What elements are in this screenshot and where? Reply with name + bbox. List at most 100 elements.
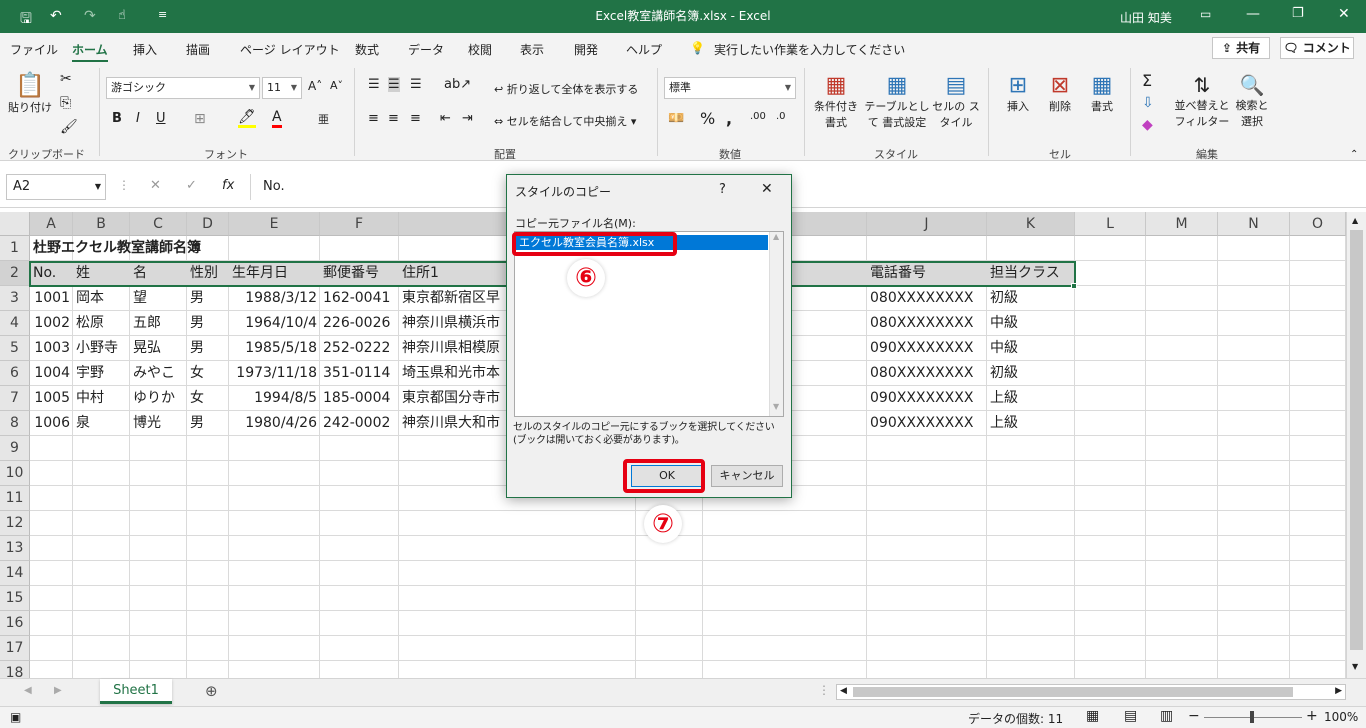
grow-font-icon[interactable]: A˄: [308, 79, 322, 93]
zoom-in-icon[interactable]: +: [1306, 708, 1318, 724]
cell[interactable]: 1002: [30, 311, 73, 336]
align-left-icon[interactable]: ≡: [368, 111, 379, 126]
column-header-c[interactable]: C: [130, 212, 187, 236]
cell[interactable]: 090XXXXXXXX: [867, 411, 987, 436]
collapse-ribbon-icon[interactable]: ⌃: [1350, 149, 1358, 160]
cell[interactable]: 望: [130, 286, 187, 311]
cell[interactable]: 1994/8/5: [229, 386, 320, 411]
horizontal-scrollbar[interactable]: ◀ ▶: [836, 684, 1346, 700]
find-select-button[interactable]: 🔍 検索と 選択: [1232, 73, 1272, 129]
cell[interactable]: 1985/5/18: [229, 336, 320, 361]
row-header-5[interactable]: 5: [0, 336, 30, 361]
cell[interactable]: 松原: [73, 311, 130, 336]
cell[interactable]: 中級: [987, 311, 1075, 336]
scroll-right-icon[interactable]: ▶: [1335, 686, 1342, 696]
indent-increase-icon[interactable]: ⇥: [462, 111, 473, 126]
cell[interactable]: 090XXXXXXXX: [867, 386, 987, 411]
align-center-icon[interactable]: ≡: [388, 111, 399, 126]
cell[interactable]: 242-0002: [320, 411, 399, 436]
source-file-list[interactable]: エクセル教室会員名簿.xlsx ▲ ▼: [514, 231, 784, 417]
cell[interactable]: 小野寺: [73, 336, 130, 361]
column-header-b[interactable]: B: [73, 212, 130, 236]
cell[interactable]: 1001: [30, 286, 73, 311]
page-layout-view-icon[interactable]: ▤: [1124, 708, 1137, 724]
drag-handle-icon[interactable]: ⋮: [818, 683, 830, 697]
row-header-3[interactable]: 3: [0, 286, 30, 311]
border-icon[interactable]: ⊞: [194, 111, 206, 127]
drag-handle-icon[interactable]: ⋮: [118, 178, 130, 192]
column-header-o[interactable]: O: [1290, 212, 1346, 236]
comma-icon[interactable]: ,: [726, 109, 732, 128]
row-header-10[interactable]: 10: [0, 461, 30, 486]
underline-button[interactable]: U: [156, 111, 166, 126]
percent-icon[interactable]: %: [700, 109, 715, 128]
italic-button[interactable]: I: [136, 111, 140, 126]
redo-icon[interactable]: ↷: [84, 8, 96, 24]
wrap-text-button[interactable]: ↩ 折り返して全体を表示する: [494, 81, 638, 97]
row-header-16[interactable]: 16: [0, 611, 30, 636]
cell[interactable]: 1003: [30, 336, 73, 361]
prev-sheet-icon[interactable]: ◀: [24, 685, 32, 696]
cell[interactable]: 女: [187, 361, 229, 386]
cancel-entry-icon[interactable]: ✕: [150, 178, 161, 193]
cell[interactable]: 博光: [130, 411, 187, 436]
formula-input[interactable]: No.: [250, 174, 1360, 200]
menu-data[interactable]: データ: [408, 41, 444, 58]
save-icon[interactable]: 🖫: [20, 8, 32, 32]
cell[interactable]: 岡本: [73, 286, 130, 311]
cell[interactable]: 080XXXXXXXX: [867, 311, 987, 336]
row-header-12[interactable]: 12: [0, 511, 30, 536]
column-header-l[interactable]: L: [1075, 212, 1146, 236]
shrink-font-icon[interactable]: A˅: [330, 79, 343, 92]
vertical-scrollbar[interactable]: ▲ ▼: [1346, 212, 1366, 678]
restore-icon[interactable]: ❐: [1292, 6, 1304, 21]
delete-cells-button[interactable]: ⊠ 削除: [1040, 73, 1080, 114]
close-window-icon[interactable]: ✕: [1338, 6, 1350, 22]
touch-mode-icon[interactable]: ☝: [118, 8, 126, 23]
cell[interactable]: 女: [187, 386, 229, 411]
cell[interactable]: 男: [187, 286, 229, 311]
row-header-9[interactable]: 9: [0, 436, 30, 461]
increase-decimal-icon[interactable]: .00: [750, 111, 766, 122]
cell-styles-button[interactable]: ▤ セルの スタイル: [932, 73, 980, 130]
format-cells-button[interactable]: ▦ 書式: [1082, 73, 1122, 114]
scroll-thumb[interactable]: [1350, 230, 1363, 650]
bold-button[interactable]: B: [112, 111, 122, 126]
cell[interactable]: 上級: [987, 386, 1075, 411]
column-header-d[interactable]: D: [187, 212, 229, 236]
zoom-level[interactable]: 100%: [1324, 710, 1358, 724]
add-sheet-icon[interactable]: ⊕: [205, 682, 218, 700]
cell[interactable]: 080XXXXXXXX: [867, 361, 987, 386]
cell[interactable]: 初級: [987, 286, 1075, 311]
cell[interactable]: 252-0222: [320, 336, 399, 361]
align-right-icon[interactable]: ≡: [410, 111, 421, 126]
cell[interactable]: 上級: [987, 411, 1075, 436]
copy-icon[interactable]: ⎘: [60, 95, 71, 111]
merge-center-button[interactable]: ⇔ セルを結合して中央揃え ▾: [494, 113, 636, 129]
column-header-n[interactable]: N: [1218, 212, 1290, 236]
undo-icon[interactable]: ↶: [50, 8, 62, 24]
align-middle-icon[interactable]: ☰: [388, 77, 400, 92]
row-header-4[interactable]: 4: [0, 311, 30, 336]
cell[interactable]: 185-0004: [320, 386, 399, 411]
fill-color-icon[interactable]: 🖊: [238, 109, 256, 128]
cell[interactable]: 杜野エクセル教室講師名簿: [30, 236, 430, 261]
menu-insert[interactable]: 挿入: [133, 41, 157, 58]
scroll-left-icon[interactable]: ◀: [840, 686, 847, 696]
minimize-icon[interactable]: —: [1246, 6, 1260, 22]
phonetic-icon[interactable]: 亜: [318, 111, 329, 127]
list-scrollbar[interactable]: ▲ ▼: [769, 232, 783, 416]
insert-function-icon[interactable]: fx: [222, 178, 234, 193]
row-header-7[interactable]: 7: [0, 386, 30, 411]
help-icon[interactable]: ?: [719, 182, 726, 197]
column-header-j[interactable]: J: [867, 212, 987, 236]
fill-handle[interactable]: [1071, 283, 1077, 289]
cell[interactable]: 初級: [987, 361, 1075, 386]
row-header-2[interactable]: 2: [0, 261, 30, 286]
scroll-up-icon[interactable]: ▲: [773, 232, 779, 241]
row-header-1[interactable]: 1: [0, 236, 30, 261]
number-format-select[interactable]: 標準 ▼: [664, 77, 796, 99]
cell[interactable]: 1980/4/26: [229, 411, 320, 436]
menu-home[interactable]: ホーム: [72, 41, 108, 62]
cell[interactable]: みやこ: [130, 361, 187, 386]
